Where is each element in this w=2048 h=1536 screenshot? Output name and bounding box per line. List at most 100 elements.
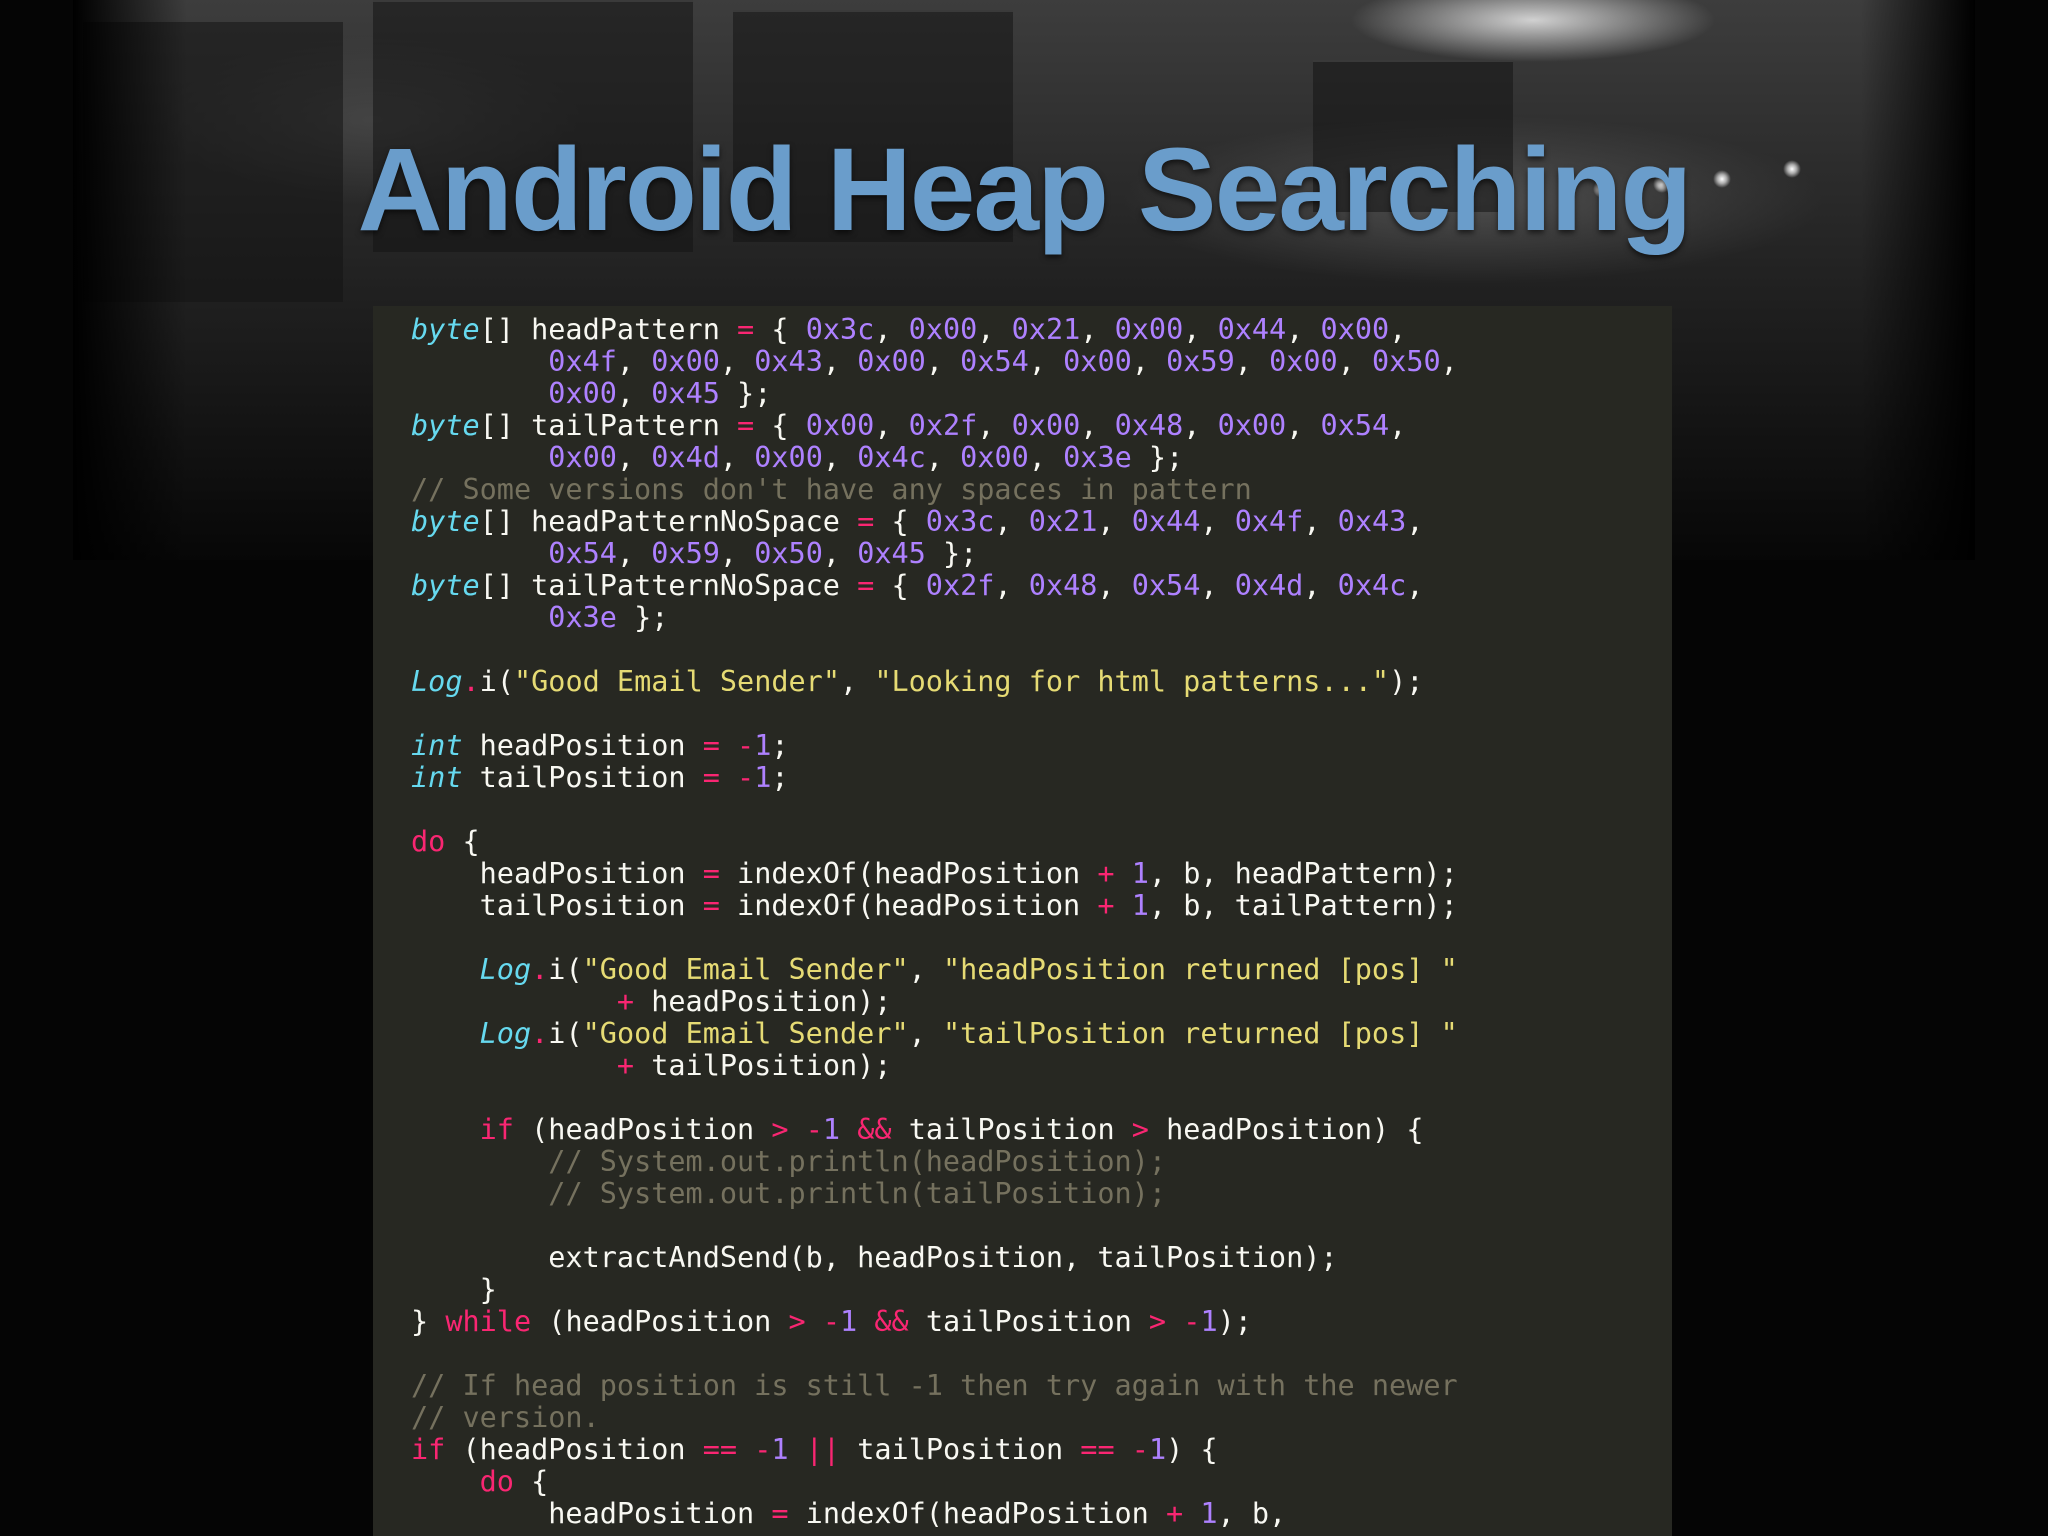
code-string: "headPosition returned [pos] " — [942, 953, 1458, 986]
code-text: , — [1131, 345, 1167, 378]
code-operator: + — [1097, 889, 1115, 922]
code-operator: > — [1131, 1113, 1149, 1146]
code-type: Log — [479, 1017, 532, 1050]
code-line: Log.i("Good Email Sender", "tailPosition… — [411, 1018, 1458, 1050]
code-operator: > — [1148, 1305, 1167, 1338]
code-type: int — [411, 761, 463, 794]
code-number: 0x45 — [857, 537, 926, 570]
code-number: 1 — [1131, 889, 1149, 922]
code-line: int headPosition = -1; — [411, 730, 1458, 762]
code-text: headPosition — [411, 857, 703, 890]
code-line: // System.out.println(headPosition); — [411, 1146, 1458, 1178]
code-line: int tailPosition = -1; — [411, 762, 1458, 794]
code-number: 1 — [754, 761, 772, 794]
code-operator: > — [788, 1305, 806, 1338]
code-text: , b, — [1217, 1497, 1287, 1530]
code-comment: // version. — [411, 1401, 600, 1434]
code-text: , — [822, 345, 858, 378]
code-text: (headPosition — [513, 1113, 772, 1146]
code-operator: - — [1131, 1433, 1149, 1466]
code-number: 0x59 — [651, 537, 720, 570]
code-number: 0x4c — [1337, 569, 1407, 602]
code-text: , — [1389, 313, 1407, 346]
code-line: // If head position is still -1 then try… — [411, 1370, 1458, 1402]
code-number: 0x43 — [1337, 505, 1407, 538]
code-text: , — [1097, 505, 1132, 538]
code-line: tailPosition = indexOf(headPosition + 1,… — [411, 890, 1458, 922]
code-text: , — [840, 665, 875, 698]
code-number: 0x00 — [1320, 313, 1390, 346]
code-number: 0x00 — [754, 441, 823, 474]
code-text: i( — [479, 665, 514, 698]
code-text: headPosition); — [634, 985, 892, 1018]
code-operator: . — [531, 1017, 549, 1050]
code-operator: && — [874, 1305, 909, 1338]
code-text: tailPosition); — [634, 1049, 892, 1082]
code-line: headPosition = indexOf(headPosition + 1,… — [411, 1498, 1458, 1530]
code-text: indexOf(headPosition — [719, 857, 1098, 890]
code-keyword: do — [479, 1465, 514, 1498]
code-text: , — [977, 313, 1012, 346]
code-text: , — [994, 569, 1029, 602]
code-string: "Good Email Sender" — [582, 953, 909, 986]
code-text: [] tailPatternNoSpace — [479, 569, 858, 602]
code-text: extractAndSend(b, headPosition, tailPosi… — [411, 1241, 1338, 1274]
code-text: { — [874, 569, 926, 602]
code-text: }; — [616, 601, 669, 634]
code-text: , — [1097, 569, 1132, 602]
code-text: i( — [548, 953, 583, 986]
code-number: 0x4f — [548, 345, 617, 378]
code-operator: - — [737, 761, 755, 794]
code-number: 0x3e — [1063, 441, 1132, 474]
code-number: 0x00 — [960, 441, 1029, 474]
code-line: Log.i("Good Email Sender", "headPosition… — [411, 954, 1458, 986]
code-comment: // System.out.println(headPosition); — [548, 1145, 1166, 1178]
code-text: { — [445, 825, 480, 858]
code-text: , — [1303, 505, 1338, 538]
code-number: 0x00 — [857, 345, 926, 378]
code-text: , — [1286, 313, 1321, 346]
code-number: 0x48 — [1114, 409, 1184, 442]
code-line: do { — [411, 826, 1458, 858]
code-line: // Some versions don't have any spaces i… — [411, 474, 1458, 506]
code-number: 0x00 — [548, 377, 617, 410]
code-number: 0x43 — [754, 345, 823, 378]
code-number: 0x54 — [1320, 409, 1390, 442]
code-text: indexOf(headPosition — [788, 1497, 1166, 1530]
code-operator: = — [857, 569, 875, 602]
code-number: 0x50 — [754, 537, 823, 570]
code-number: 0x3c — [805, 313, 875, 346]
code-number: 0x54 — [548, 537, 617, 570]
code-type: byte — [411, 505, 480, 538]
slide-title: Android Heap Searching — [357, 124, 1693, 256]
code-operator: = — [737, 409, 755, 442]
code-number: 0x4d — [651, 441, 720, 474]
code-text: , — [1028, 345, 1064, 378]
code-text: i( — [548, 1017, 583, 1050]
code-text: , — [1183, 409, 1218, 442]
code-number: 1 — [822, 1113, 841, 1146]
code-number: 0x00 — [1114, 313, 1184, 346]
code-number: 1 — [771, 1433, 789, 1466]
code-operator: - — [1183, 1305, 1201, 1338]
code-text: , — [1286, 409, 1321, 442]
code-operator: || — [805, 1433, 841, 1466]
code-type: byte — [411, 569, 480, 602]
code-text: indexOf(headPosition — [719, 889, 1098, 922]
code-text: , — [1080, 409, 1115, 442]
code-text: } — [411, 1273, 497, 1306]
code-text: [] headPatternNoSpace — [479, 505, 858, 538]
